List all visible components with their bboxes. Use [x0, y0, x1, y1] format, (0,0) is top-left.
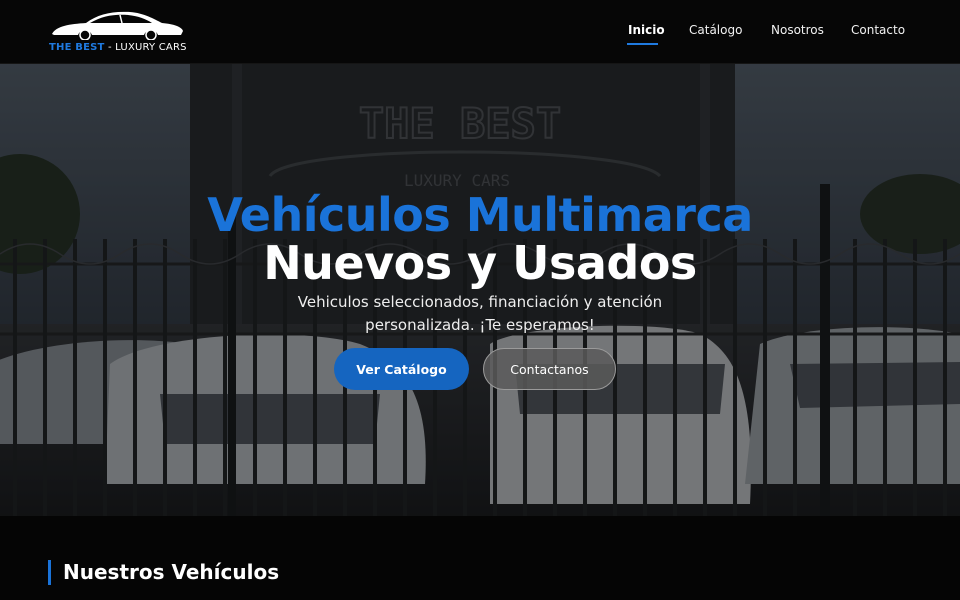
- ver-catalogo-button[interactable]: Ver Catálogo: [334, 348, 469, 390]
- hero-section: THE BEST LUXURY CARS Vehículos Multimarc…: [0, 64, 960, 516]
- nav-link-nosotros[interactable]: Nosotros: [771, 23, 824, 37]
- nav-link-contacto[interactable]: Contacto: [851, 23, 905, 37]
- main-nav: Inicio Catálogo Nosotros Contacto: [0, 0, 960, 64]
- section-title: Nuestros Vehículos: [48, 560, 279, 585]
- hero-dark-overlay: [0, 64, 960, 516]
- hero-title-line1: Vehículos Multimarca: [207, 188, 753, 242]
- nav-active-indicator: [627, 23, 658, 47]
- navbar: THE BEST - LUXURY CARS Inicio Catálogo N…: [0, 0, 960, 64]
- contactanos-button[interactable]: Contactanos: [483, 348, 616, 390]
- nav-link-catalogo[interactable]: Catálogo: [689, 23, 742, 37]
- hero-subtitle: Vehiculos seleccionados, financiación y …: [297, 293, 663, 334]
- hero-title-line2: Nuevos y Usados: [263, 236, 697, 290]
